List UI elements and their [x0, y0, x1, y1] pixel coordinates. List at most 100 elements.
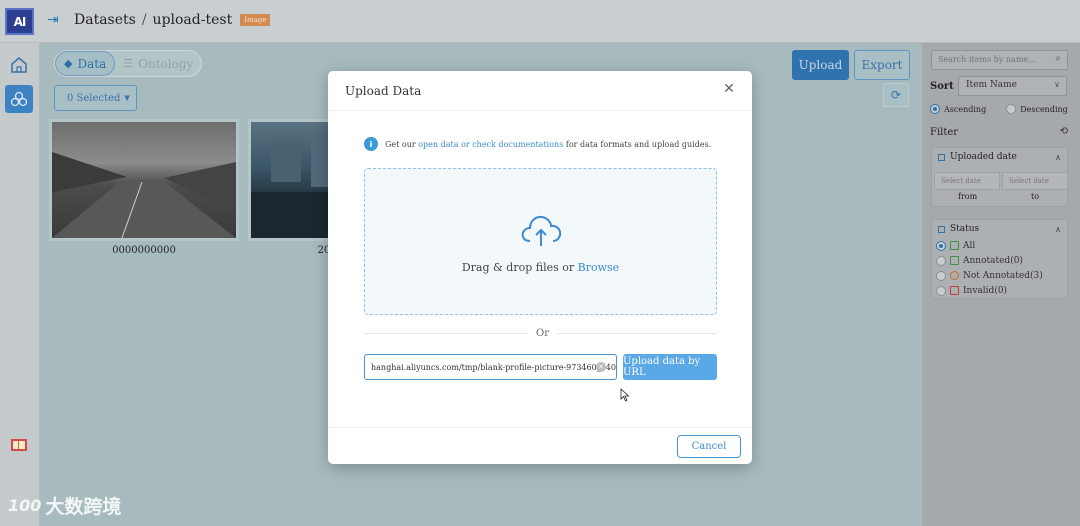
home-nav-button[interactable]: [5, 51, 33, 79]
breadcrumb-separator: /: [141, 12, 147, 28]
url-input[interactable]: hanghai.aliyuncs.com/tmp/blank-profile-p…: [364, 354, 617, 380]
clear-input-icon[interactable]: ✕: [596, 362, 606, 372]
home-icon: [11, 57, 27, 73]
item-name: 0000000000: [112, 245, 176, 256]
chevron-down-icon: ∨: [1054, 80, 1060, 89]
cancel-button[interactable]: Cancel: [677, 435, 741, 458]
sort-value: Item Name: [966, 80, 1017, 90]
tab-ontology[interactable]: ☰ Ontology: [115, 51, 201, 76]
chevron-up-icon: ∧: [1055, 152, 1061, 162]
selected-count: 0 Selected: [67, 92, 121, 104]
date-from-input[interactable]: Select date: [934, 172, 1000, 190]
status-header[interactable]: Status ∧: [932, 220, 1067, 238]
close-icon[interactable]: ✕: [721, 81, 737, 97]
sort-select[interactable]: Item Name ∨: [958, 76, 1067, 96]
filter-label: Filter: [930, 127, 959, 138]
status-radio[interactable]: [936, 240, 946, 251]
item-thumbnail: [49, 119, 239, 241]
info-prefix: Get our: [385, 139, 419, 149]
sort-order-group: Ascending Descending: [930, 104, 1068, 114]
tab-ontology-label: Ontology: [138, 56, 194, 71]
documentation-link[interactable]: open data or check documentations: [418, 140, 563, 149]
sort-label: Sort: [930, 81, 954, 92]
status-option-not-annotated[interactable]: Not Annotated(3): [932, 268, 1067, 283]
expand-sidebar-icon[interactable]: ⇥: [47, 12, 63, 28]
url-value: hanghai.aliyuncs.com/tmp/blank-profile-p…: [371, 363, 617, 372]
from-label: from: [958, 192, 978, 201]
uploaded-date-title: Uploaded date: [950, 152, 1017, 162]
refresh-icon: ⟳: [890, 88, 902, 102]
descending-label: Descending: [1020, 104, 1068, 114]
datasets-icon: [10, 91, 28, 107]
tab-data[interactable]: ◆ Data: [55, 51, 116, 76]
watermark-mark: 100: [8, 496, 42, 515]
logo-text: AI: [13, 14, 27, 29]
modal-footer-divider: [328, 427, 752, 428]
datasets-nav-button[interactable]: [5, 85, 33, 113]
dataset-item-card[interactable]: 0000000000: [49, 119, 239, 256]
refresh-button[interactable]: ⟳: [883, 83, 909, 107]
not-annotated-icon: [950, 271, 959, 280]
dropzone-text: Drag & drop files or Browse: [365, 261, 716, 274]
breadcrumb-datasets[interactable]: Datasets: [74, 12, 136, 28]
breadcrumb: Datasets / upload-test Image: [74, 12, 271, 28]
view-switcher: ◆ Data ☰ Ontology: [54, 50, 203, 77]
status-option-all[interactable]: All: [932, 238, 1067, 253]
export-button[interactable]: Export: [854, 50, 910, 80]
calendar-icon: [938, 153, 945, 161]
status-option-invalid[interactable]: Invalid(0): [932, 283, 1067, 298]
status-radio[interactable]: [936, 270, 946, 281]
filter-panel: Search items by name... ⌕ Sort Item Name…: [922, 43, 1080, 526]
or-label: Or: [528, 328, 557, 339]
search-placeholder: Search items by name...: [938, 55, 1036, 64]
left-sidebar: [0, 43, 40, 526]
info-icon: i: [364, 137, 378, 151]
book-icon: [11, 439, 27, 451]
upload-by-url-button[interactable]: Upload data by URL: [623, 354, 717, 380]
guide-nav-button[interactable]: [5, 431, 33, 459]
browse-link[interactable]: Browse: [578, 261, 620, 274]
ontology-icon: ☰: [123, 57, 134, 70]
status-radio[interactable]: [936, 285, 946, 296]
file-dropzone[interactable]: Drag & drop files or Browse: [364, 168, 717, 315]
status-option-label: Not Annotated(3): [963, 270, 1043, 281]
data-icon: ◆: [64, 57, 73, 70]
search-input[interactable]: Search items by name... ⌕: [931, 50, 1068, 70]
reset-filter-icon[interactable]: ⟲: [1060, 126, 1068, 137]
top-bar: AI ⇥ Datasets / upload-test Image: [0, 0, 1080, 43]
status-icon: [938, 225, 945, 233]
ascending-radio[interactable]: [930, 104, 940, 114]
info-text: Get our open data or check documentation…: [385, 140, 711, 149]
chevron-up-icon: ∧: [1055, 224, 1061, 234]
status-radio[interactable]: [936, 255, 946, 266]
info-banner: i Get our open data or check documentati…: [364, 137, 711, 151]
watermark: 100 大数跨境: [8, 492, 121, 519]
upload-data-modal: Upload Data ✕ i Get our open data or che…: [328, 71, 752, 464]
breadcrumb-dataset-name: upload-test: [152, 12, 233, 28]
invalid-icon: [950, 286, 959, 295]
modal-header: Upload Data ✕: [328, 71, 752, 111]
descending-radio[interactable]: [1006, 104, 1017, 114]
info-suffix: for data formats and upload guides.: [563, 139, 712, 149]
upload-button[interactable]: Upload: [792, 50, 849, 80]
uploaded-date-header[interactable]: Uploaded date ∧: [932, 148, 1067, 166]
mouse-cursor-icon: [620, 388, 630, 402]
dataset-type-badge: Image: [240, 14, 271, 26]
app-logo[interactable]: AI: [5, 8, 34, 35]
status-option-label: Invalid(0): [963, 285, 1008, 296]
status-filter: Status ∧ All Annotated(0) Not Annotated(…: [931, 219, 1068, 299]
status-option-label: Annotated(0): [963, 255, 1023, 266]
caret-down-icon: ▼: [124, 94, 130, 102]
drop-instruction: Drag & drop files or: [461, 261, 578, 274]
modal-title: Upload Data: [345, 83, 422, 98]
search-icon: ⌕: [1055, 53, 1061, 64]
watermark-text: 大数跨境: [45, 496, 122, 518]
date-to-input[interactable]: Select date: [1002, 172, 1068, 190]
tab-data-label: Data: [77, 56, 107, 71]
status-option-annotated[interactable]: Annotated(0): [932, 253, 1067, 268]
selection-dropdown[interactable]: 0 Selected ▼: [54, 85, 137, 111]
cloud-upload-icon: [521, 215, 562, 246]
status-option-label: All: [963, 240, 976, 251]
uploaded-date-filter: Uploaded date ∧ Select date Select date …: [931, 147, 1068, 207]
annotated-icon: [950, 256, 959, 265]
